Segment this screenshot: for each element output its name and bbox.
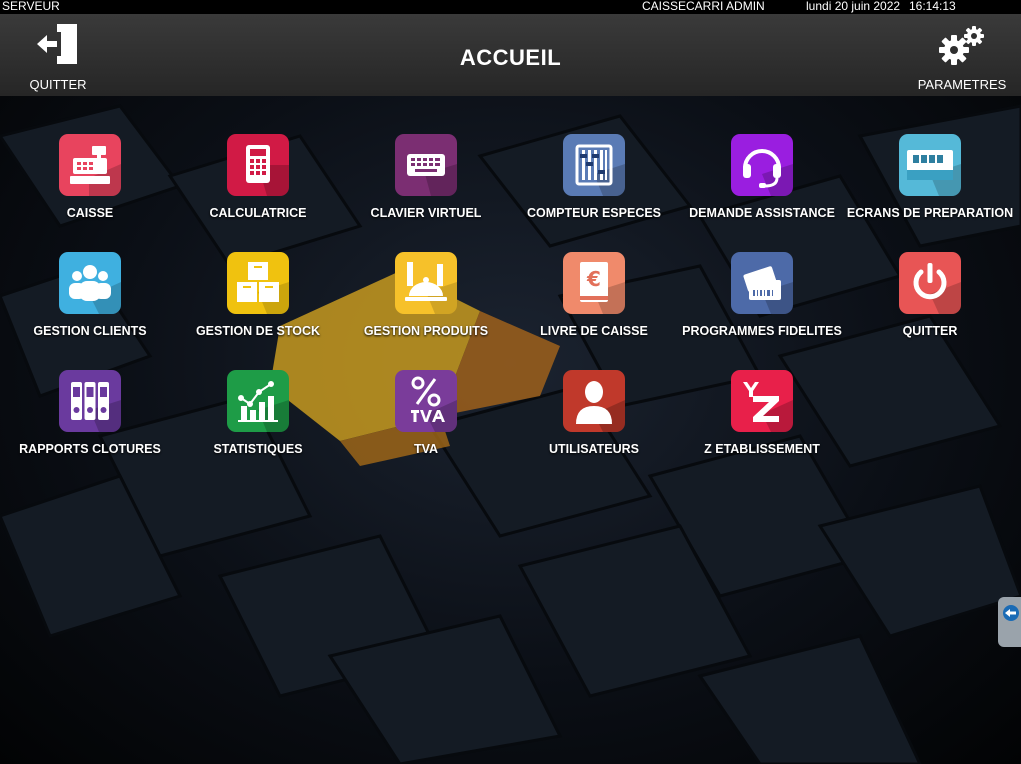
- loyalty-card-icon: [731, 252, 793, 314]
- tile-livre-de-caisse[interactable]: € LIVRE DE CAISSE: [514, 252, 674, 362]
- customers-icon: [59, 252, 121, 314]
- products-cloche-icon: [395, 252, 457, 314]
- page-title: ACCUEIL: [459, 45, 562, 70]
- user-icon: [563, 370, 625, 432]
- keyboard-icon: [395, 134, 457, 196]
- quit-label: QUITTER: [29, 77, 87, 92]
- tile-statistiques[interactable]: STATISTIQUES: [178, 370, 338, 480]
- remote-assistance-tab[interactable]: [998, 597, 1021, 647]
- calculator-icon: [227, 134, 289, 196]
- tile-z-etablissement[interactable]: Z ETABLISSEMENT: [682, 370, 842, 480]
- cash-register-icon: [59, 134, 121, 196]
- z-report-icon: [731, 370, 793, 432]
- current-date: lundi 20 juin 2022: [806, 0, 901, 13]
- tile-gestion-produits[interactable]: GESTION PRODUITS: [346, 252, 506, 362]
- tile-label: ECRANS DE PREPARATION: [846, 206, 1014, 220]
- header-bar: QUITTER ACCUEIL PARAMETRES: [0, 14, 1021, 97]
- stock-boxes-icon: [227, 252, 289, 314]
- tile-demande-assistance[interactable]: DEMANDE ASSISTANCE: [682, 134, 842, 244]
- headset-icon: [731, 134, 793, 196]
- tile-label: QUITTER: [902, 324, 958, 338]
- status-bar: SERVEUR CAISSECARRI ADMIN lundi 20 juin …: [0, 0, 1021, 14]
- tile-utilisateurs[interactable]: UTILISATEURS: [514, 370, 674, 480]
- tile-rapports-clotures[interactable]: RAPPORTS CLOTURES: [10, 370, 170, 480]
- svg-text:€: €: [586, 267, 601, 291]
- tile-gestion-clients[interactable]: GESTION CLIENTS: [10, 252, 170, 362]
- tile-gestion-de-stock[interactable]: GESTION DE STOCK: [178, 252, 338, 362]
- remote-assistance-icon: [1003, 605, 1019, 621]
- gears-icon: [939, 26, 984, 65]
- current-time: 16:14:13: [909, 0, 956, 13]
- binders-icon: [59, 370, 121, 432]
- tile-label: Z ETABLISSEMENT: [704, 442, 820, 456]
- tva-percent-icon: [395, 370, 457, 432]
- settings-label: PARAMETRES: [917, 77, 1007, 92]
- tile-ecrans-de-preparation[interactable]: ECRANS DE PREPARATION: [847, 134, 1013, 244]
- tile-programmes-fidelites[interactable]: PROGRAMMES FIDELITES: [682, 252, 842, 362]
- server-label: SERVEUR: [2, 0, 60, 13]
- preparation-screen-icon: [899, 134, 961, 196]
- settings-button[interactable]: PARAMETRES: [916, 14, 1008, 96]
- power-icon: [899, 252, 961, 314]
- tile-quitter[interactable]: QUITTER: [850, 252, 1010, 362]
- statistics-icon: [227, 370, 289, 432]
- tile-clavier-virtuel[interactable]: CLAVIER VIRTUEL: [346, 134, 506, 244]
- cash-book-icon: €: [563, 252, 625, 314]
- tile-compteur-especes[interactable]: COMPTEUR ESPECES: [514, 134, 674, 244]
- abacus-icon: [563, 134, 625, 196]
- tile-calculatrice[interactable]: CALCULATRICE: [178, 134, 338, 244]
- current-user: CAISSECARRI ADMIN: [642, 0, 765, 13]
- tile-tva[interactable]: TVA: [346, 370, 506, 480]
- tile-caisse[interactable]: CAISSE: [10, 134, 170, 244]
